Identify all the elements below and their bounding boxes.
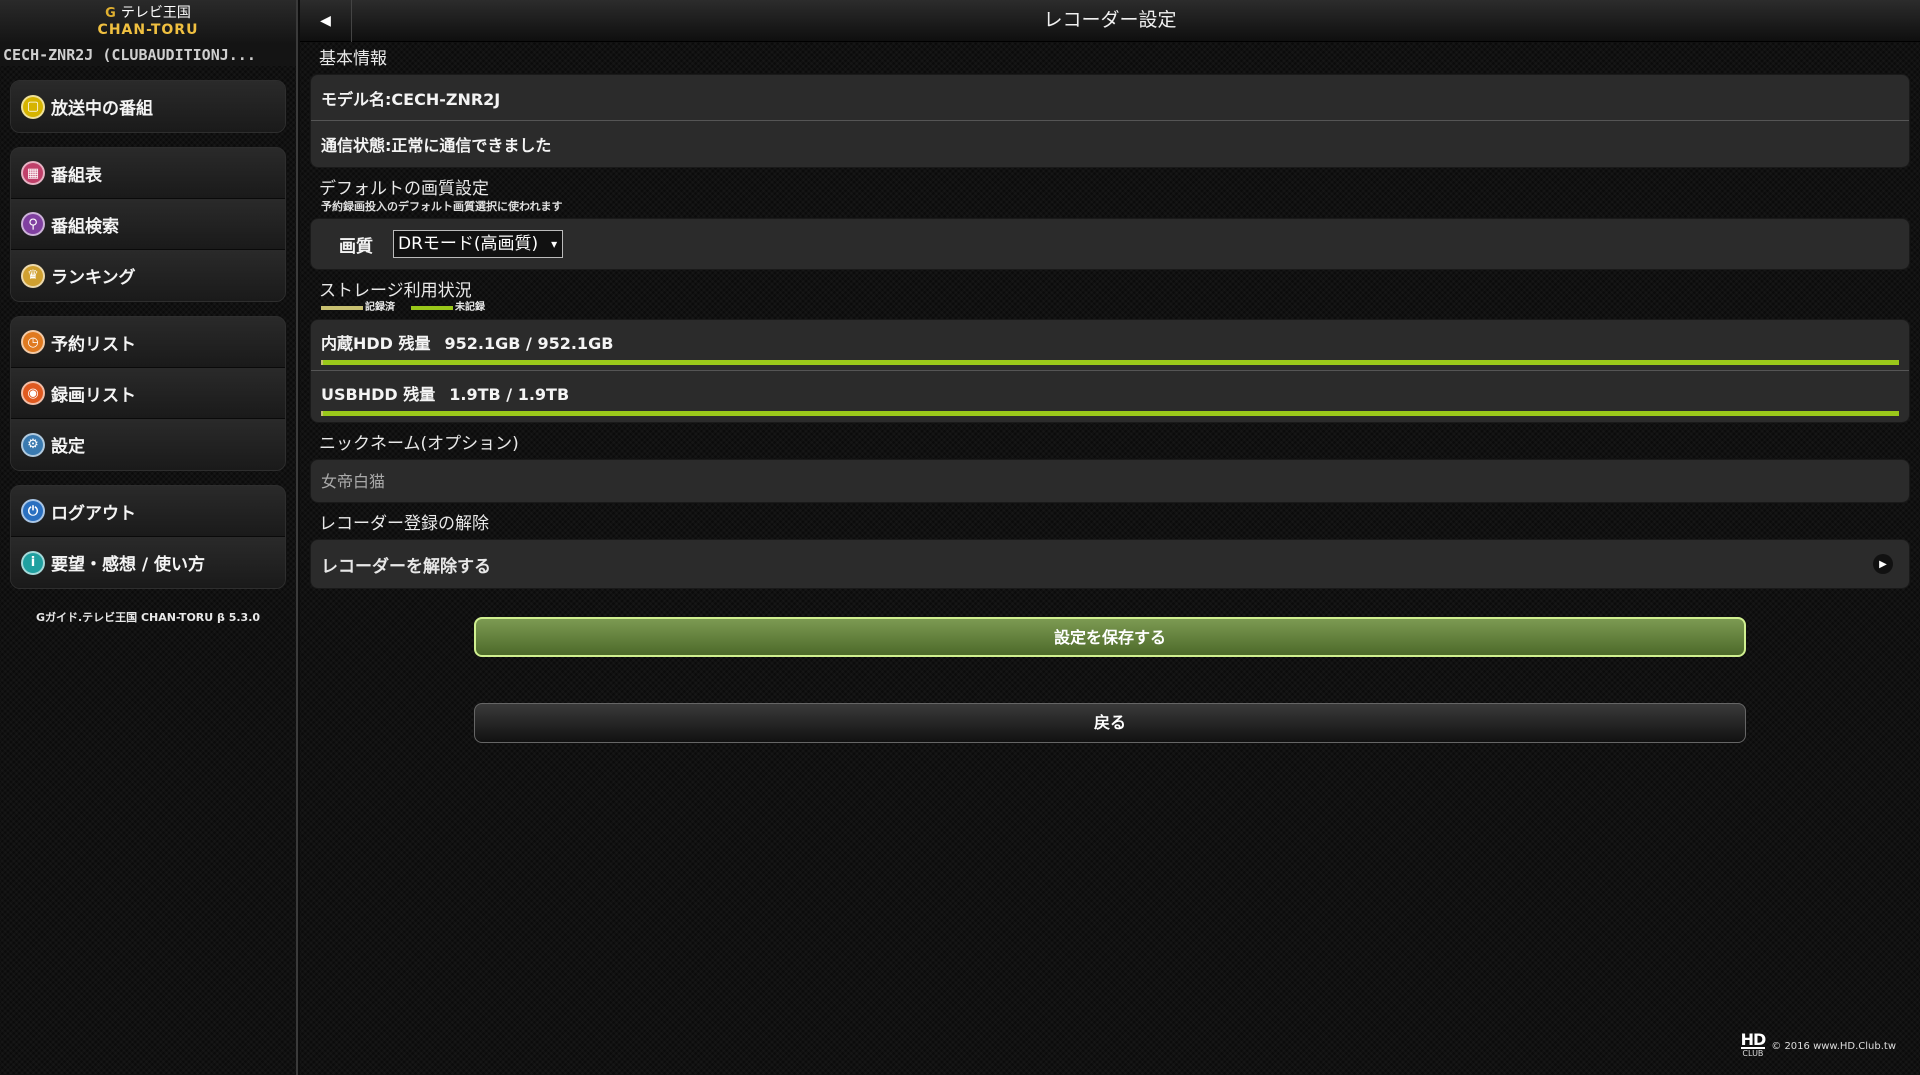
quality-panel: 画質 DRモード(高画質) <box>310 218 1910 270</box>
internal-hdd-bar <box>321 360 1899 365</box>
main-content: レコーダー設定 ◀ 基本情報 モデル名:CECH-ZNR2J 通信状態:正常に通… <box>300 0 1920 1075</box>
legend-unrecorded-label: 未記録 <box>455 302 485 313</box>
quality-title: デフォルトの画質設定 <box>319 179 489 199</box>
page-title: レコーダー設定 <box>1043 9 1177 31</box>
sidebar-item-clock[interactable]: ◷ 予約リスト <box>11 317 285 368</box>
hd-club-logo: HD CLUB © 2016 www.HD.Club.tw <box>1740 1030 1896 1059</box>
device-name: CECH-ZNR2J (CLUBAUDITIONJ... <box>0 44 296 66</box>
usb-hdd-bar <box>321 411 1899 416</box>
logout-icon: ⏻ <box>21 499 45 523</box>
menu-group: ▢ 放送中の番組 <box>10 80 286 133</box>
save-settings-button[interactable]: 設定を保存する <box>474 617 1746 657</box>
info-icon: i <box>21 550 45 575</box>
usb-hdd-label: USBHDD 残量 <box>321 385 436 404</box>
release-recorder-label: レコーダーを解除する <box>321 556 491 577</box>
g-logo: G <box>105 6 116 21</box>
version-label: Gガイド.テレビ王国 CHAN-TORU β 5.3.0 <box>35 611 261 624</box>
sidebar-item-tv[interactable]: ▢ 放送中の番組 <box>11 81 285 132</box>
search-icon: ⚲ <box>21 212 45 236</box>
top-bar: レコーダー設定 ◀ <box>300 0 1920 42</box>
brand-tv-label: テレビ王国 <box>120 5 191 21</box>
sidebar-item-grid[interactable]: ▦ 番組表 <box>11 148 285 199</box>
menu-group: ⏻ ログアウト i 要望・感想 / 使い方 <box>10 485 286 589</box>
sidebar-item-search[interactable]: ⚲ 番組検索 <box>11 199 285 250</box>
nickname-title: ニックネーム(オプション) <box>319 434 519 454</box>
sidebar: G テレビ王国 CHAN-TORU CECH-ZNR2J (CLUBAUDITI… <box>0 0 298 1075</box>
model-name: モデル名:CECH-ZNR2J <box>311 75 1909 121</box>
sidebar-item-info[interactable]: i 要望・感想 / 使い方 <box>11 537 285 588</box>
sidebar-item-label: 予約リスト <box>51 334 136 355</box>
internal-hdd-row: 内蔵HDD 残量 952.1GB / 952.1GB <box>311 320 1909 371</box>
menu-group: ▦ 番組表 ⚲ 番組検索 ♛ ランキング <box>10 147 286 302</box>
release-title: レコーダー登録の解除 <box>319 514 489 534</box>
sidebar-item-gear[interactable]: ⚙ 設定 <box>11 419 285 470</box>
back-button[interactable]: 戻る <box>474 703 1746 743</box>
internal-hdd-bar-fill <box>321 360 323 365</box>
quality-select[interactable]: DRモード(高画質) <box>393 230 564 258</box>
sidebar-item-label: 要望・感想 / 使い方 <box>51 555 206 575</box>
quality-label: 画質 <box>339 236 373 257</box>
quality-row: 画質 DRモード(高画質) <box>311 219 1909 269</box>
storage-legend: 記録済 未記録 <box>321 298 1920 313</box>
legend-recorded-label: 記録済 <box>365 302 395 313</box>
sidebar-item-label: ログアウト <box>51 503 136 524</box>
brand-name: CHAN-TORU <box>97 22 199 38</box>
sidebar-menu: ▢ 放送中の番組 ▦ 番組表 ⚲ 番組検索 ♛ ランキング ◷ 予約リスト ◉ 録画リスト ⚙ 設定 ⏻ ログ… <box>0 80 296 589</box>
sidebar-item-label: 設定 <box>51 437 85 457</box>
sidebar-item-label: 番組検索 <box>51 216 119 237</box>
grid-icon: ▦ <box>21 161 45 185</box>
back-arrow-icon[interactable]: ◀ <box>300 0 352 42</box>
usb-hdd-row: USBHDD 残量 1.9TB / 1.9TB <box>311 371 1909 422</box>
nickname-input[interactable]: 女帝白猫 <box>310 459 1910 503</box>
usb-hdd-bar-fill <box>321 411 323 416</box>
internal-hdd-value: 952.1GB / 952.1GB <box>444 334 614 353</box>
legend-unrecorded: 未記録 <box>411 298 485 313</box>
brand-logo[interactable]: G テレビ王国 CHAN-TORU <box>0 0 296 44</box>
sidebar-item-crown[interactable]: ♛ ランキング <box>11 250 285 301</box>
basic-info-title: 基本情報 <box>319 49 387 69</box>
sidebar-item-label: 録画リスト <box>51 385 136 406</box>
sidebar-item-label: ランキング <box>51 268 136 288</box>
sidebar-item-record[interactable]: ◉ 録画リスト <box>11 368 285 419</box>
clock-icon: ◷ <box>21 330 45 354</box>
internal-hdd-label: 内蔵HDD 残量 <box>321 334 431 353</box>
storage-panel: 内蔵HDD 残量 952.1GB / 952.1GB USBHDD 残量 1.9TB… <box>310 319 1910 423</box>
legend-unrecorded-swatch <box>411 306 453 310</box>
copyright-text: © 2016 www.HD.Club.tw <box>1771 1040 1896 1052</box>
sidebar-item-label: 放送中の番組 <box>51 99 153 119</box>
crown-icon: ♛ <box>21 263 45 288</box>
sidebar-item-label: 番組表 <box>51 165 102 186</box>
menu-group: ◷ 予約リスト ◉ 録画リスト ⚙ 設定 <box>10 316 286 471</box>
legend-recorded: 記録済 <box>321 298 395 313</box>
sidebar-item-logout[interactable]: ⏻ ログアウト <box>11 486 285 537</box>
chevron-right-icon: ▶ <box>1873 554 1893 574</box>
record-icon: ◉ <box>21 381 45 405</box>
quality-subtitle: 予約録画投入のデフォルト画質選択に使われます <box>321 200 563 213</box>
legend-recorded-swatch <box>321 306 363 310</box>
connection-status: 通信状態:正常に通信できました <box>321 136 552 155</box>
release-recorder-button[interactable]: レコーダーを解除する ▶ <box>310 539 1910 589</box>
basic-info-panel: モデル名:CECH-ZNR2J 通信状態:正常に通信できました <box>310 74 1910 168</box>
gear-icon: ⚙ <box>21 432 45 457</box>
usb-hdd-value: 1.9TB / 1.9TB <box>449 385 570 404</box>
club-label: CLUB <box>1742 1049 1764 1058</box>
hd-logo-mark: HD <box>1740 1030 1766 1049</box>
tv-icon: ▢ <box>21 94 45 119</box>
